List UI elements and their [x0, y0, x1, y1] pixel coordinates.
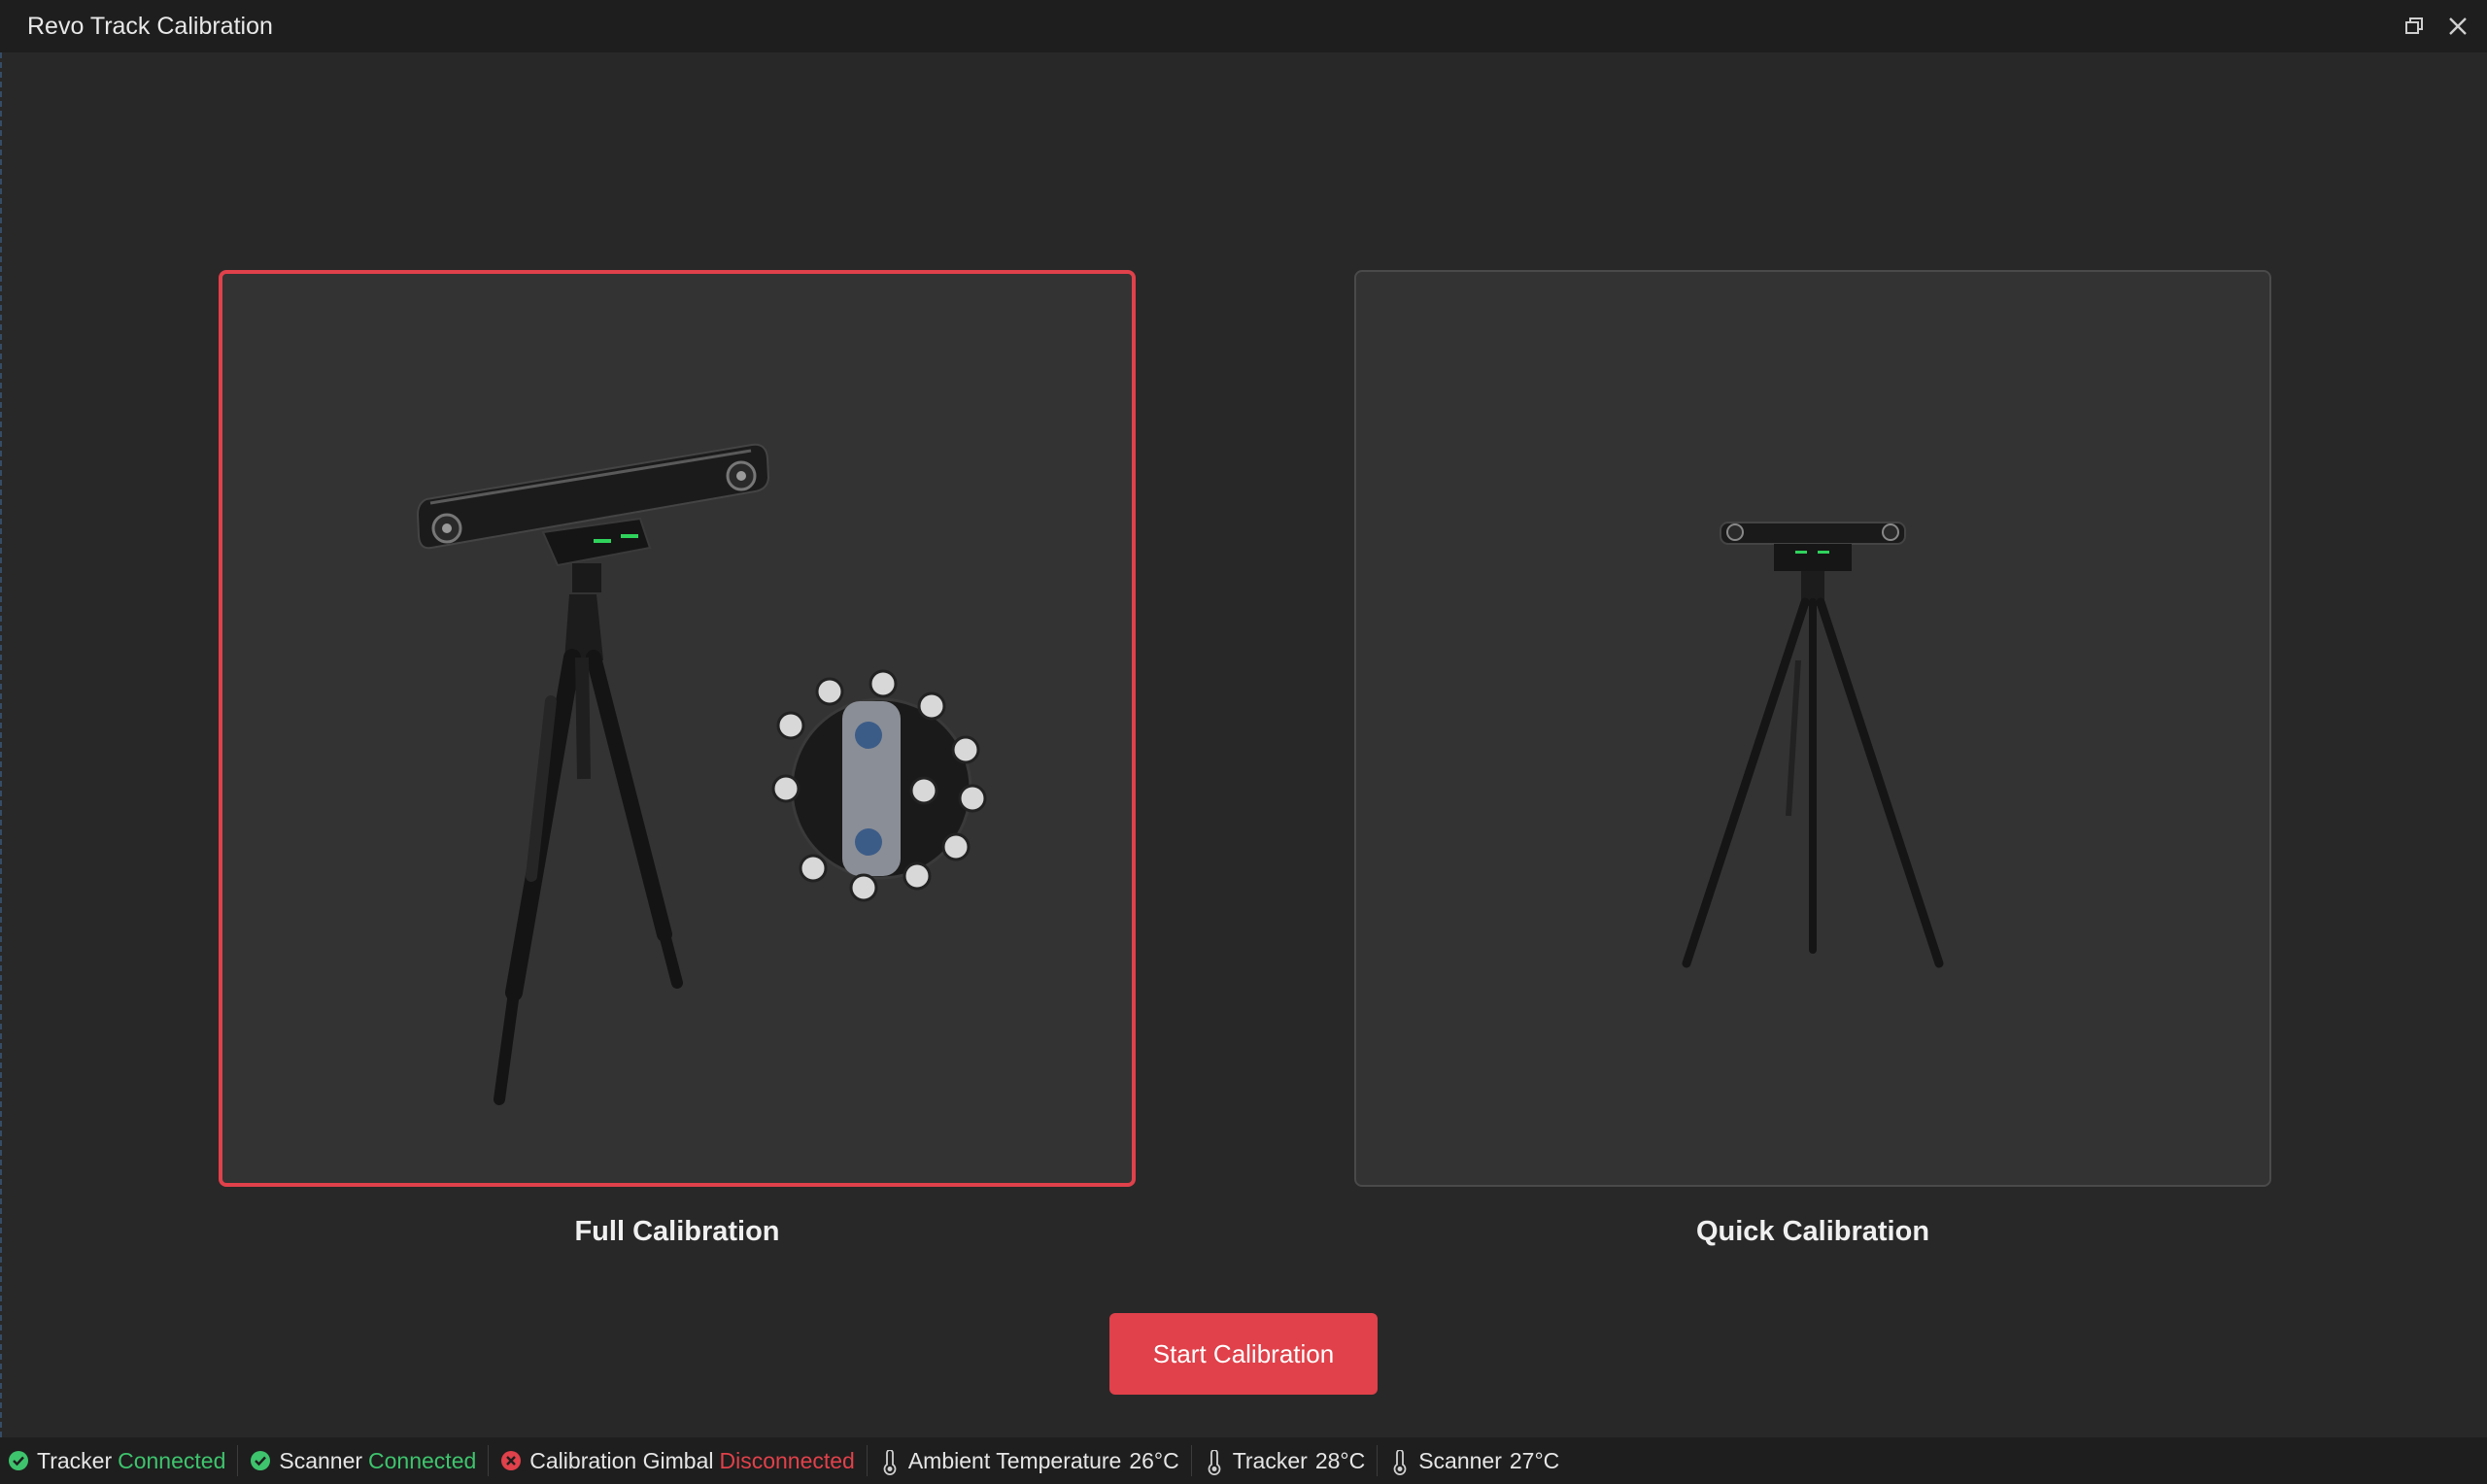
start-calibration-button[interactable]: Start Calibration [1109, 1313, 1378, 1395]
tracker-image [1682, 522, 1944, 968]
thermometer-icon [879, 1450, 901, 1475]
status-value: 26°C [1129, 1447, 1179, 1473]
tracker-and-scanner-image [416, 443, 987, 1105]
window-edge [0, 52, 2, 1437]
title-bar: Revo Track Calibration [0, 0, 2487, 52]
check-circle-icon [8, 1450, 29, 1471]
full-calibration-card[interactable] [219, 270, 1136, 1187]
error-circle-icon [500, 1450, 522, 1471]
restore-icon [2405, 17, 2423, 34]
quick-calibration-label: Quick Calibration [1695, 1216, 1930, 1247]
full-calibration-label: Full Calibration [574, 1216, 780, 1247]
restore-button[interactable] [2400, 12, 2429, 41]
check-circle-icon [250, 1450, 271, 1471]
status-bar: Tracker Connected Scanner Connected Cali… [0, 1437, 2487, 1484]
close-button[interactable] [2443, 12, 2472, 41]
close-icon [2449, 17, 2467, 35]
scanner-device-illustration [771, 669, 987, 902]
tracker-device-illustration [416, 443, 770, 1105]
status-name: Scanner [279, 1447, 363, 1473]
status-name: Tracker [37, 1447, 113, 1473]
quick-calibration-card[interactable] [1354, 270, 2271, 1187]
thermometer-icon [1389, 1450, 1411, 1475]
status-state: Disconnected [719, 1447, 855, 1473]
status-gimbal-connection: Calibration Gimbal Disconnected [500, 1445, 868, 1476]
status-name: Tracker [1232, 1447, 1308, 1473]
status-tracker-temperature: Tracker 28°C [1204, 1445, 1379, 1476]
status-name: Scanner [1418, 1447, 1502, 1473]
status-state: Connected [368, 1447, 477, 1473]
status-value: 27°C [1509, 1447, 1560, 1473]
thermometer-icon [1204, 1450, 1225, 1475]
status-scanner-connection: Scanner Connected [250, 1445, 490, 1476]
status-state: Connected [118, 1447, 226, 1473]
status-value: 28°C [1314, 1447, 1366, 1473]
status-ambient-temperature: Ambient Temperature 26°C [879, 1445, 1192, 1476]
status-tracker-connection: Tracker Connected [8, 1445, 239, 1476]
tracker-device-illustration [1682, 522, 1944, 968]
status-name: Ambient Temperature [907, 1447, 1122, 1473]
window-title: Revo Track Calibration [27, 12, 273, 40]
status-scanner-temperature: Scanner 27°C [1389, 1445, 1571, 1476]
status-name: Calibration Gimbal [529, 1447, 714, 1473]
